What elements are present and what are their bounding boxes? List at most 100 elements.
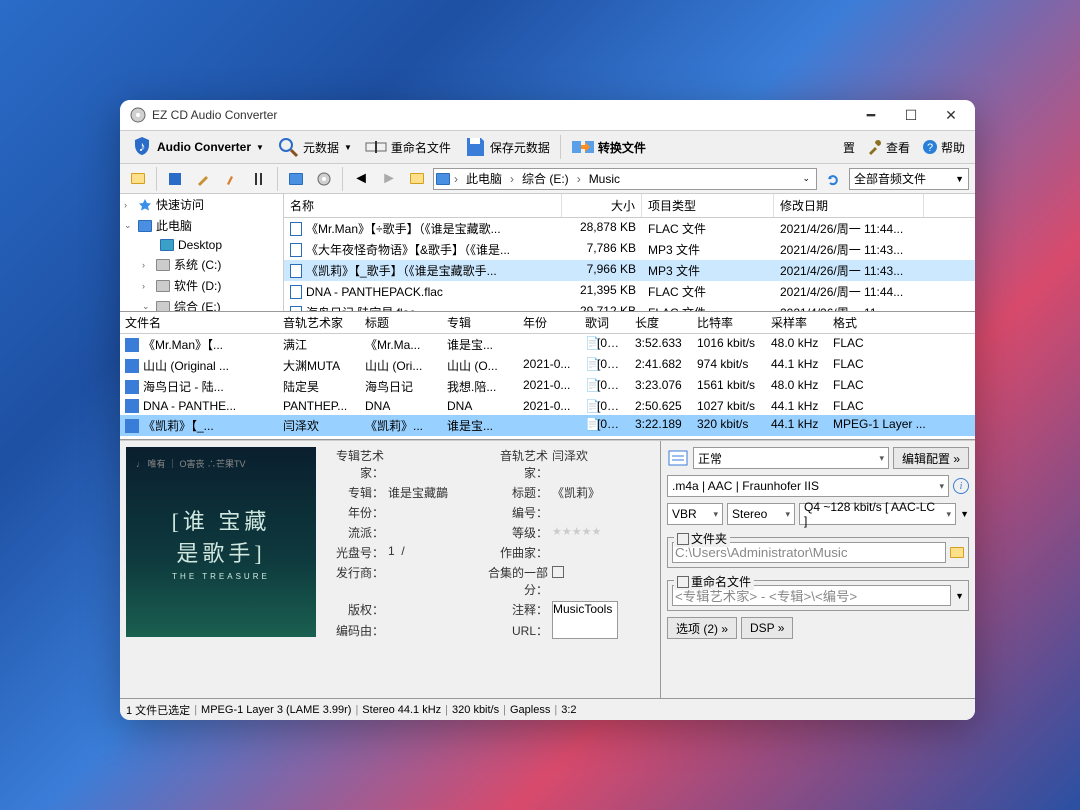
tree-drive-e[interactable]: ⌄综合 (E:)	[120, 296, 283, 311]
folder-enable-checkbox[interactable]	[677, 533, 689, 545]
breadcrumb-pc[interactable]: 此电脑	[462, 170, 506, 187]
track-icon	[125, 399, 139, 413]
note-icon: ♪	[130, 135, 154, 159]
breadcrumb[interactable]: › 此电脑 › 综合 (E:) › Music ⌄	[433, 168, 817, 190]
window-title: EZ CD Audio Converter	[152, 108, 851, 122]
monitor-icon[interactable]	[284, 167, 308, 191]
tree-desktop[interactable]: Desktop	[120, 236, 283, 254]
queue-row[interactable]: 《Mr.Man》【...满江《Mr.Ma...谁是宝...📄[00:00.0..…	[120, 334, 975, 355]
info-icon[interactable]: i	[953, 478, 969, 494]
drive-icon	[156, 259, 170, 271]
quality-dropdown[interactable]: Q4 ~128 kbit/s [ AAC-LC ]	[799, 503, 956, 525]
rename-icon	[364, 135, 388, 159]
audio-file-icon	[290, 285, 302, 299]
file-list-header: 名称 大小 项目类型 修改日期	[284, 194, 975, 218]
queue-row[interactable]: 山山 (Original ...大渊MUTA山山 (Ori...山山 (O...…	[120, 355, 975, 376]
bitrate-mode-dropdown[interactable]: VBR	[667, 503, 723, 525]
rename-button[interactable]: 重命名文件	[360, 133, 455, 161]
lyric-icon: 📄	[585, 378, 597, 390]
toggle-icon[interactable]	[247, 167, 271, 191]
tree-quick-access[interactable]: ›快速访问	[120, 194, 283, 215]
audio-file-icon	[290, 222, 302, 236]
chevron-down-icon[interactable]: ▼	[955, 591, 964, 601]
dsp-button[interactable]: DSP »	[741, 617, 793, 639]
status-length: 3:2	[561, 704, 576, 716]
refresh-icon[interactable]	[821, 167, 845, 191]
channels-dropdown[interactable]: Stereo	[727, 503, 795, 525]
queue-row[interactable]: 海鸟日记 - 陆...陆定昊海鸟日记我想.陪...2021-0...📄[00:0…	[120, 376, 975, 397]
folder-tree: ›快速访问 ⌄此电脑 Desktop ›系统 (C:) ›软件 (D:) ⌄综合…	[120, 194, 284, 311]
comment-field[interactable]: MusicTools	[552, 601, 618, 639]
edit-icon[interactable]	[191, 167, 215, 191]
nav-up-icon[interactable]	[405, 167, 429, 191]
view-button[interactable]: 查看	[863, 137, 914, 158]
settings-button[interactable]: 置	[839, 137, 859, 158]
col-type-header[interactable]: 项目类型	[642, 194, 774, 217]
audio-converter-button[interactable]: ♪ Audio Converter ▼	[126, 133, 268, 161]
metadata-fields: 专辑艺术家： 音轨艺术家：闫泽欢 专辑：谁是宝藏鶓 标题：《凯莉》 年份： 编号…	[324, 447, 654, 692]
col-date-header[interactable]: 修改日期	[774, 194, 924, 217]
preset-dropdown[interactable]: 正常	[693, 447, 889, 469]
convert-button[interactable]: 转换文件	[567, 133, 650, 161]
status-gapless: Gapless	[510, 704, 550, 716]
breadcrumb-folder[interactable]: Music	[585, 172, 624, 186]
search-icon	[276, 135, 300, 159]
track-icon	[125, 338, 139, 352]
lyric-icon: 📄	[585, 336, 597, 348]
chevron-down-icon: ▼	[344, 143, 352, 152]
save-metadata-button[interactable]: 保存元数据	[459, 133, 554, 161]
options-button[interactable]: 选项 (2) »	[667, 617, 737, 639]
track-icon	[125, 380, 139, 394]
file-row[interactable]: 《大年夜怪奇物语》【&歌手】（《谁是...7,786 KBMP3 文件2021/…	[284, 239, 975, 260]
file-row[interactable]: 海鸟日记 陆定昊 flac29,712 KBFLAC 文件2021/4/26/周…	[284, 302, 975, 311]
maximize-button[interactable]: ☐	[891, 101, 931, 129]
tree-drive-c[interactable]: ›系统 (C:)	[120, 254, 283, 275]
compilation-checkbox[interactable]	[552, 564, 648, 598]
browse-folder-icon[interactable]	[950, 547, 964, 558]
metadata-button[interactable]: 元数据 ▼	[272, 133, 356, 161]
minimize-button[interactable]: ━	[851, 101, 891, 129]
rating-stars[interactable]: ★★★★★	[552, 524, 648, 541]
wrench-icon	[867, 139, 883, 155]
tree-this-pc[interactable]: ⌄此电脑	[120, 215, 283, 236]
tree-drive-d[interactable]: ›软件 (D:)	[120, 275, 283, 296]
chevron-down-icon: ▼	[960, 509, 969, 519]
queue-row[interactable]: 《凯莉》【_...闫泽欢《凯莉》...谁是宝...📄[00:00.0...3:2…	[120, 415, 975, 436]
edit-config-button[interactable]: 编辑配置 »	[893, 447, 969, 469]
disc-icon[interactable]	[312, 167, 336, 191]
pc-icon	[436, 173, 450, 185]
separator	[560, 135, 561, 159]
file-row[interactable]: 《Mr.Man》【÷歌手】（《谁是宝藏歌...28,878 KBFLAC 文件2…	[284, 218, 975, 239]
drive-icon	[156, 280, 170, 292]
audio-file-icon	[290, 306, 302, 312]
help-button[interactable]: ? 帮助	[918, 137, 969, 158]
nav-fwd-icon[interactable]: ►	[377, 167, 401, 191]
brush-icon[interactable]	[219, 167, 243, 191]
folder-group: 文件夹	[667, 537, 969, 568]
statusbar: 1 文件已选定 | MPEG-1 Layer 3 (LAME 3.99r) | …	[120, 698, 975, 720]
album-art[interactable]: ♩ 唯有 ｜ O害丧 ∴芒果TV [谁 宝藏 是歌手] THE TREASURE	[126, 447, 316, 637]
codec-dropdown[interactable]: .m4a | AAC | Fraunhofer IIS	[667, 475, 949, 497]
folder-open-icon[interactable]	[126, 167, 150, 191]
chevron-down-icon[interactable]: ⌄	[798, 173, 814, 184]
stop-icon[interactable]	[163, 167, 187, 191]
pc-icon	[138, 220, 152, 232]
breadcrumb-drive[interactable]: 综合 (E:)	[518, 170, 573, 187]
status-selected: 1 文件已选定	[126, 702, 190, 718]
col-name-header[interactable]: 名称	[284, 194, 562, 217]
file-list: 名称 大小 项目类型 修改日期 《Mr.Man》【÷歌手】（《谁是宝藏歌...2…	[284, 194, 975, 311]
convert-icon	[571, 135, 595, 159]
chevron-down-icon: ▼	[955, 174, 964, 184]
chevron-down-icon: ▼	[256, 143, 264, 152]
lyric-icon: 📄	[585, 357, 597, 369]
file-row[interactable]: 《凯莉》【_歌手】（《谁是宝藏歌手...7,966 KBMP3 文件2021/4…	[284, 260, 975, 281]
rename-enable-checkbox[interactable]	[677, 576, 689, 588]
file-filter-dropdown[interactable]: 全部音频文件 ▼	[849, 168, 969, 190]
file-row[interactable]: DNA - PANTHEPACK.flac21,395 KBFLAC 文件202…	[284, 281, 975, 302]
col-size-header[interactable]: 大小	[562, 194, 642, 217]
queue-row[interactable]: DNA - PANTHE...PANTHEP...DNADNA2021-0...…	[120, 397, 975, 415]
rename-group: 重命名文件 ▼	[667, 580, 969, 611]
nav-back-icon[interactable]: ◄	[349, 167, 373, 191]
status-codec: MPEG-1 Layer 3 (LAME 3.99r)	[201, 704, 351, 716]
close-button[interactable]: ✕	[931, 101, 971, 129]
